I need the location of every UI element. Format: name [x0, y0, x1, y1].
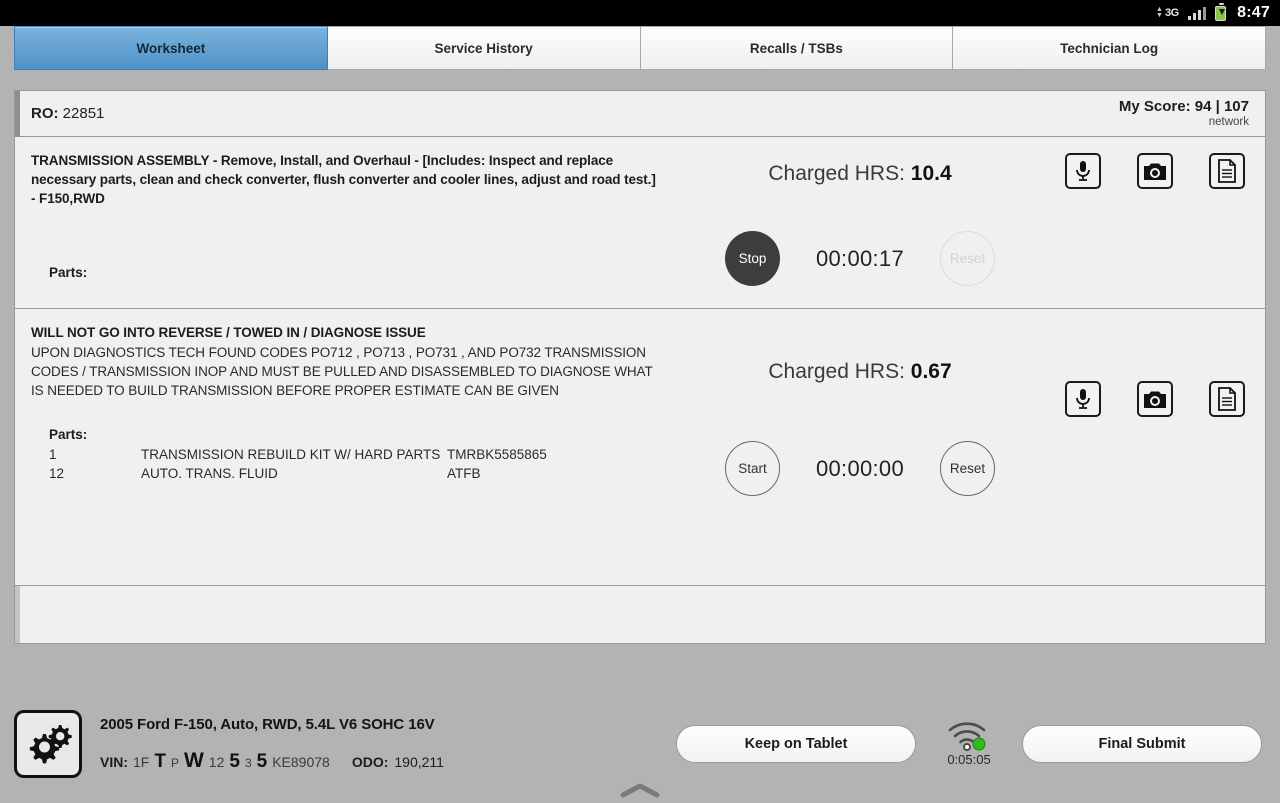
- job-timer-block: Charged HRS: 10.4 Stop 00:00:17 Reset: [675, 137, 1045, 308]
- final-submit-button[interactable]: Final Submit: [1022, 725, 1262, 763]
- vin-segment: 5: [257, 751, 268, 773]
- job-timer-display: 00:00:17: [780, 246, 940, 272]
- ro-label: RO:: [31, 105, 59, 122]
- charged-hours: Charged HRS: 10.4: [768, 162, 951, 186]
- parts-label: Parts:: [49, 265, 659, 280]
- worksheet-panel: RO: 22851 My Score: 94 | 107 network TRA…: [14, 90, 1266, 644]
- job-action-icons: [1045, 137, 1265, 308]
- footer-actions: Keep on Tablet 0:05:05 Final Submit: [676, 721, 1266, 767]
- stop-button[interactable]: Stop: [725, 231, 780, 286]
- chevron-up-icon[interactable]: [609, 782, 671, 798]
- vehicle-info: 2005 Ford F-150, Auto, RWD, 5.4L V6 SOHC…: [100, 716, 444, 773]
- charged-hours: Charged HRS: 0.67: [768, 360, 951, 384]
- vin-segment: 12: [209, 754, 225, 770]
- charged-hours-value: 10.4: [911, 162, 952, 185]
- vin-segment: 1F: [133, 754, 149, 770]
- document-icon[interactable]: [1209, 153, 1245, 189]
- vin-segment: T: [154, 751, 166, 773]
- part-number: ATFB: [447, 464, 659, 483]
- ro-number-block: RO: 22851: [31, 105, 104, 122]
- camera-icon[interactable]: [1137, 381, 1173, 417]
- microphone-icon[interactable]: [1065, 153, 1101, 189]
- job-timer-block: Charged HRS: 0.67 Start 00:00:00 Reset: [675, 309, 1045, 585]
- vin-segment: 3: [245, 756, 252, 770]
- score-block: My Score: 94 | 107 network: [1119, 99, 1249, 129]
- tab-worksheet[interactable]: Worksheet: [14, 26, 328, 70]
- network-type-label: 3G: [1165, 7, 1179, 19]
- charged-hours-value: 0.67: [911, 360, 952, 383]
- part-qty: 1: [49, 445, 141, 464]
- tab-recalls-tsbs[interactable]: Recalls / TSBs: [641, 26, 954, 70]
- wifi-icon: [946, 721, 992, 751]
- tab-service-history[interactable]: Service History: [328, 26, 641, 70]
- keep-on-tablet-button[interactable]: Keep on Tablet: [676, 725, 916, 763]
- ro-header: RO: 22851 My Score: 94 | 107 network: [15, 91, 1265, 137]
- main-tab-bar: Worksheet Service History Recalls / TSBs…: [0, 26, 1280, 70]
- reset-button[interactable]: Reset: [940, 441, 995, 496]
- start-button[interactable]: Start: [725, 441, 780, 496]
- job-action-icons: [1045, 309, 1265, 585]
- network-label: network: [1119, 116, 1249, 128]
- updown-arrows-icon: ▲▼: [1156, 7, 1163, 19]
- timer-controls: Start 00:00:00 Reset: [675, 441, 1045, 496]
- charged-hours-label: Charged HRS:: [768, 360, 905, 383]
- android-status-bar: ▲▼ 3G 8:47: [0, 0, 1280, 26]
- job-title: WILL NOT GO INTO REVERSE / TOWED IN / DI…: [31, 323, 659, 342]
- charged-hours-label: Charged HRS:: [768, 162, 905, 185]
- job-description-block: TRANSMISSION ASSEMBLY - Remove, Install,…: [15, 137, 675, 308]
- job-body: UPON DIAGNOSTICS TECH FOUND CODES PO712 …: [31, 343, 659, 400]
- parts-block: Parts: 1 TRANSMISSION REBUILD KIT W/ HAR…: [31, 427, 659, 483]
- tab-technician-log[interactable]: Technician Log: [953, 26, 1266, 70]
- vin-segment: 5: [229, 751, 240, 773]
- vin-label: VIN:: [100, 754, 128, 770]
- table-row: 12 AUTO. TRANS. FLUID ATFB: [49, 464, 659, 483]
- vin-value: 1F T P W 12 5 3 5 KE89078: [133, 749, 330, 773]
- table-row: 1 TRANSMISSION REBUILD KIT W/ HARD PARTS…: [49, 445, 659, 464]
- sync-timer: 0:05:05: [947, 752, 990, 767]
- document-icon[interactable]: [1209, 381, 1245, 417]
- odo-value: 190,211: [394, 754, 444, 770]
- vin-segment: W: [184, 749, 204, 773]
- part-description: TRANSMISSION REBUILD KIT W/ HARD PARTS: [141, 445, 447, 464]
- job-row: WILL NOT GO INTO REVERSE / TOWED IN / DI…: [15, 309, 1265, 586]
- battery-icon: [1215, 6, 1226, 21]
- wifi-status-block: 0:05:05: [938, 721, 1000, 767]
- parts-table: 1 TRANSMISSION REBUILD KIT W/ HARD PARTS…: [49, 445, 659, 483]
- odo-label: ODO:: [352, 754, 389, 770]
- microphone-icon[interactable]: [1065, 381, 1101, 417]
- vin-odo-row: VIN: 1F T P W 12 5 3 5 KE89078 ODO: 190,…: [100, 749, 444, 773]
- gears-icon: [14, 710, 82, 778]
- job-description-block: WILL NOT GO INTO REVERSE / TOWED IN / DI…: [15, 309, 675, 585]
- job-timer-display: 00:00:00: [780, 456, 940, 482]
- parts-label: Parts:: [49, 427, 659, 442]
- data-arrows-icon: ▲▼ 3G: [1156, 7, 1179, 19]
- part-qty: 12: [49, 464, 141, 483]
- vin-segment: KE89078: [272, 754, 330, 770]
- vehicle-description: 2005 Ford F-150, Auto, RWD, 5.4L V6 SOHC…: [100, 716, 444, 733]
- status-bar-clock: 8:47: [1237, 4, 1270, 22]
- part-description: AUTO. TRANS. FLUID: [141, 464, 447, 483]
- ro-number: 22851: [63, 105, 105, 122]
- my-score: My Score: 94 | 107: [1119, 99, 1249, 115]
- job-title: TRANSMISSION ASSEMBLY - Remove, Install,…: [31, 151, 659, 208]
- camera-icon[interactable]: [1137, 153, 1173, 189]
- signal-bars-icon: [1188, 6, 1207, 20]
- reset-button: Reset: [940, 231, 995, 286]
- part-number: TMRBK5585865: [447, 445, 659, 464]
- vin-segment: P: [171, 756, 179, 770]
- job-row: TRANSMISSION ASSEMBLY - Remove, Install,…: [15, 137, 1265, 309]
- timer-controls: Stop 00:00:17 Reset: [675, 231, 1045, 286]
